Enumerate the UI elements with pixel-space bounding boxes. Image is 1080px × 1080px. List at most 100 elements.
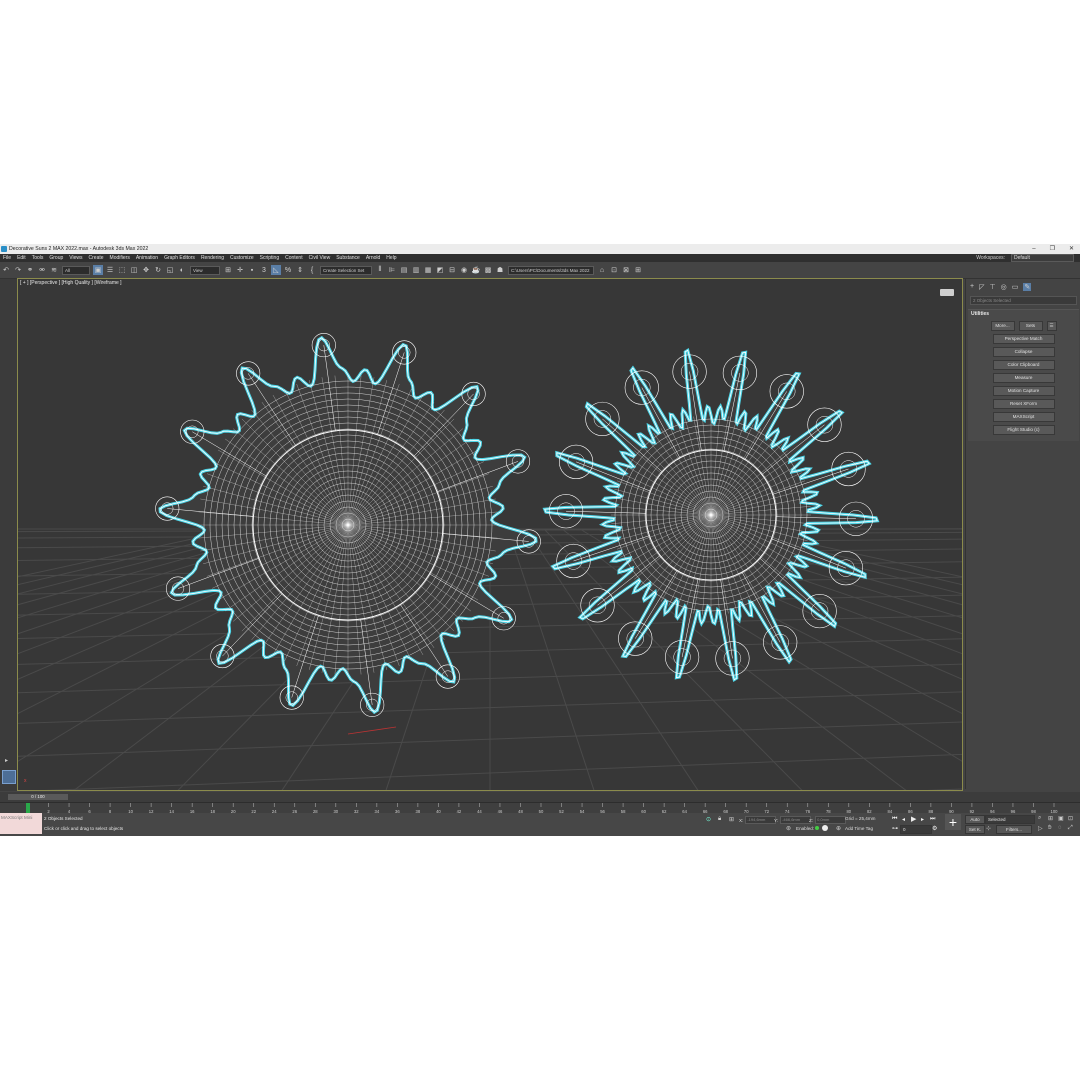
auto-key-button[interactable]: Auto [965,815,985,824]
menu-modifiers[interactable]: Modifiers [107,255,133,261]
utility-motion-capture[interactable]: Motion Capture [992,386,1055,396]
menu-substance[interactable]: Substance [333,255,363,261]
angle-snap-icon[interactable]: ◺ [271,265,281,275]
snaps-toggle-icon[interactable]: 3 [259,265,269,275]
close-button[interactable]: ✕ [1069,244,1074,254]
create-tab-icon[interactable]: + [970,283,974,290]
isolate-icon[interactable]: ⊙ [706,816,711,823]
curve-editor-icon[interactable]: ◩ [435,265,445,275]
maxscript-listener[interactable]: MAXScript Mini [0,813,42,834]
menu-civil-view[interactable]: Civil View [306,255,334,261]
utility-perspective-match[interactable]: Perspective Match [992,334,1055,344]
menu-customize[interactable]: Customize [227,255,257,261]
workspaces-dropdown[interactable]: Default [1011,254,1074,262]
set-key-button[interactable]: Set K. [965,825,985,834]
edit-named-selection-icon[interactable]: { [307,265,317,275]
key-mode-icon[interactable]: ⊶ [892,825,898,832]
project-path-dropdown[interactable]: C:\Users\PC\Documents\3ds Max 2022 [508,265,594,275]
render-icon[interactable]: ☗ [495,265,505,275]
x-field[interactable]: -194,6mm [745,816,777,824]
selected-dropdown[interactable]: Selected [985,815,1035,824]
absolute-mode-icon[interactable]: ⊞ [729,816,734,823]
link-icon[interactable]: ⚭ [25,265,35,275]
unlink-icon[interactable]: ⚮ [37,265,47,275]
menu-graph-editors[interactable]: Graph Editors [161,255,198,261]
rollout-title[interactable]: Utilities [968,310,1079,318]
enabled-knob[interactable] [822,825,828,831]
hierarchy-tab-icon[interactable]: ⊤ [989,283,995,291]
menu-animation[interactable]: Animation [133,255,161,261]
menu-tools[interactable]: Tools [29,255,47,261]
project-settings-icon[interactable]: ⊠ [621,265,631,275]
zoom-icon[interactable]: ⌕ [1038,815,1041,822]
enabled-toggle[interactable] [815,826,819,830]
menu-rendering[interactable]: Rendering [198,255,227,261]
utilities-tab-icon[interactable]: ✎ [1023,282,1032,291]
menu-file[interactable]: File [0,255,14,261]
redo-icon[interactable]: ↷ [13,265,23,275]
undo-icon[interactable]: ↶ [1,265,11,275]
z-field[interactable]: 0,0mm [815,816,847,824]
menu-scripting[interactable]: Scripting [257,255,282,261]
select-object-icon[interactable]: ▣ [93,265,103,275]
layout-thumbnail[interactable] [2,770,16,784]
motion-tab-icon[interactable]: ◎ [1001,283,1007,291]
time-config-icon[interactable]: ⚙︎ [932,825,937,832]
menu-group[interactable]: Group [46,255,66,261]
utility-measure[interactable]: Measure [992,373,1055,383]
create-key-icon[interactable]: + [945,814,961,830]
modify-tab-icon[interactable]: ◸ [979,283,984,291]
menu-views[interactable]: Views [66,255,85,261]
utility-color-clipboard[interactable]: Color Clipboard [992,360,1055,370]
percent-snap-icon[interactable]: % [283,265,293,275]
schematic-view-icon[interactable]: ⊟ [447,265,457,275]
time-cursor[interactable] [26,803,30,813]
viewport-label[interactable]: [ + ] [Perspective ] [High Quality ] [Wi… [20,280,122,286]
open-folder-icon[interactable]: ⊡ [609,265,619,275]
rotate-icon[interactable]: ↻ [153,265,163,275]
time-tag-icon[interactable]: ⊕ [836,825,841,832]
pivot-icon[interactable]: ⊞ [223,265,233,275]
more-button[interactable]: More... [990,321,1015,331]
maximize-viewport-icon[interactable]: ⤢ [1068,825,1073,832]
menu-arnold[interactable]: Arnold [363,255,383,261]
current-frame-field[interactable]: 0 [900,825,932,834]
y-field[interactable]: -466,6mm [780,816,812,824]
bind-space-warp-icon[interactable]: ≋ [49,265,59,275]
scale-icon[interactable]: ◱ [165,265,175,275]
zoom-extents-all-icon[interactable]: ⊡ [1068,815,1073,822]
expand-arrow-icon[interactable]: ▸ [5,757,8,764]
add-time-tag-icon[interactable]: ⊛ [786,825,791,832]
layer-explorer-icon[interactable]: ▥ [411,265,421,275]
prev-frame-icon[interactable]: ◂ [902,816,905,823]
next-frame-icon[interactable]: ▸ [921,816,924,823]
utility-flight-studio[interactable]: Flight Studio (c) [992,425,1055,435]
viewport-scene[interactable] [18,279,962,790]
window-crossing-icon[interactable]: ◫ [129,265,139,275]
goto-end-icon[interactable]: ⏭︎ [930,816,935,823]
render-setup-icon[interactable]: ☕ [471,265,481,275]
scene-explorer-icon[interactable]: ▤ [399,265,409,275]
fov-icon[interactable]: ▷ [1038,825,1043,832]
utility-reset-xform[interactable]: Reset XForm [992,399,1055,409]
zoom-extents-icon[interactable]: ▣ [1058,815,1064,822]
mirror-icon[interactable]: ⫴ [375,265,385,275]
rect-selection-icon[interactable]: ⬚ [117,265,127,275]
align-icon[interactable]: ⊫ [387,265,397,275]
time-slider[interactable]: 0 / 100 [8,794,68,800]
rendered-frame-icon[interactable]: ▩ [483,265,493,275]
placement-icon[interactable]: ◐ [177,265,187,275]
select-by-name-icon[interactable]: ☰ [105,265,115,275]
named-selection-dropdown[interactable]: Create Selection Set [320,265,372,275]
menu-help[interactable]: Help [383,255,399,261]
display-tab-icon[interactable]: ▭ [1012,283,1019,291]
menu-content[interactable]: Content [282,255,306,261]
filters-button[interactable]: Filters... [996,825,1032,834]
keyboard-shortcut-icon[interactable]: ▪ [247,265,257,275]
utility-maxscript[interactable]: MAXScript [992,412,1055,422]
selection-filter-dropdown[interactable]: All [62,265,90,275]
zoom-all-icon[interactable]: ⊞ [1048,815,1053,822]
key-filter-icon[interactable]: ⊹ [986,825,991,832]
lock-selection-icon[interactable]: 🔒︎ [718,816,721,823]
pan-icon[interactable]: ✋︎ [1048,825,1051,832]
